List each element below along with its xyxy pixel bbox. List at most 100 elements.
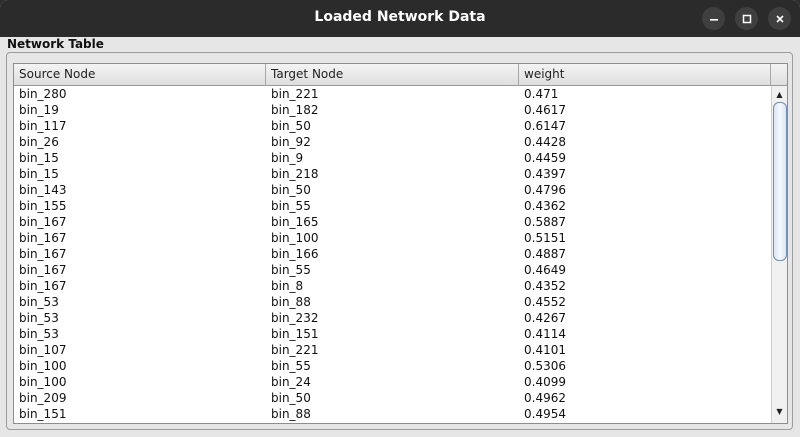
table-row[interactable]: bin_155 bin_55 0.4362 [14,198,771,214]
cell-target-node[interactable]: bin_100 [266,230,519,246]
scroll-down-arrow-icon[interactable]: ▼ [772,405,787,419]
cell-target-node[interactable]: bin_24 [266,374,519,390]
cell-source-node[interactable]: bin_143 [14,182,266,198]
cell-weight[interactable]: 0.4428 [519,134,771,150]
cell-target-node[interactable]: bin_50 [266,182,519,198]
table-row[interactable]: bin_53 bin_151 0.4114 [14,326,771,342]
cell-weight[interactable]: 0.4617 [519,102,771,118]
cell-target-node[interactable]: bin_88 [266,294,519,310]
cell-weight[interactable]: 0.4459 [519,150,771,166]
table-row[interactable]: bin_167 bin_55 0.4649 [14,262,771,278]
cell-target-node[interactable]: bin_55 [266,262,519,278]
table-row[interactable]: bin_143 bin_50 0.4796 [14,182,771,198]
cell-source-node[interactable]: bin_107 [14,342,266,358]
cell-target-node[interactable]: bin_9 [266,150,519,166]
cell-source-node[interactable]: bin_100 [14,374,266,390]
cell-source-node[interactable]: bin_167 [14,278,266,294]
cell-source-node[interactable]: bin_167 [14,246,266,262]
table-row[interactable]: bin_26 bin_92 0.4428 [14,134,771,150]
table-row[interactable]: bin_167 bin_8 0.4352 [14,278,771,294]
cell-target-node[interactable]: bin_88 [266,406,519,422]
cell-weight[interactable]: 0.5306 [519,358,771,374]
table-row[interactable]: bin_100 bin_24 0.4099 [14,374,771,390]
table-row[interactable]: bin_53 bin_232 0.4267 [14,310,771,326]
maximize-button[interactable] [735,7,758,30]
cell-target-node[interactable]: bin_50 [266,390,519,406]
minimize-button[interactable] [702,7,725,30]
close-icon [775,14,784,23]
cell-weight[interactable]: 0.4101 [519,342,771,358]
table-row[interactable]: bin_167 bin_166 0.4887 [14,246,771,262]
cell-target-node[interactable]: bin_8 [266,278,519,294]
cell-source-node[interactable]: bin_53 [14,294,266,310]
cell-source-node[interactable]: bin_26 [14,134,266,150]
cell-source-node[interactable]: bin_167 [14,230,266,246]
table-row[interactable]: bin_151 bin_88 0.4954 [14,406,771,422]
cell-source-node[interactable]: bin_19 [14,102,266,118]
cell-target-node[interactable]: bin_92 [266,134,519,150]
cell-weight[interactable]: 0.471 [519,86,771,102]
cell-weight[interactable]: 0.4267 [519,310,771,326]
column-header-source-node[interactable]: Source Node [14,64,266,85]
cell-weight[interactable]: 0.4962 [519,390,771,406]
maximize-icon [742,14,751,23]
close-button[interactable] [768,7,791,30]
cell-weight[interactable]: 0.4954 [519,406,771,422]
table-row[interactable]: bin_117 bin_50 0.6147 [14,118,771,134]
column-header-weight[interactable]: weight [519,64,771,85]
cell-weight[interactable]: 0.4397 [519,166,771,182]
cell-target-node[interactable]: bin_221 [266,86,519,102]
table-row[interactable]: bin_209 bin_50 0.4962 [14,390,771,406]
cell-source-node[interactable]: bin_117 [14,118,266,134]
cell-source-node[interactable]: bin_151 [14,406,266,422]
cell-weight[interactable]: 0.4099 [519,374,771,390]
vertical-scrollbar[interactable]: ▲ ▼ [771,86,787,423]
cell-weight[interactable]: 0.4362 [519,198,771,214]
cell-source-node[interactable]: bin_53 [14,326,266,342]
cell-source-node[interactable]: bin_167 [14,262,266,278]
table-row[interactable]: bin_15 bin_9 0.4459 [14,150,771,166]
cell-target-node[interactable]: bin_221 [266,342,519,358]
cell-source-node[interactable]: bin_15 [14,150,266,166]
scroll-up-arrow-icon[interactable]: ▲ [772,88,787,102]
cell-source-node[interactable]: bin_280 [14,86,266,102]
cell-target-node[interactable]: bin_55 [266,358,519,374]
cell-target-node[interactable]: bin_165 [266,214,519,230]
table-row[interactable]: bin_19 bin_182 0.4617 [14,102,771,118]
cell-weight[interactable]: 0.5151 [519,230,771,246]
app-window: Loaded Network Data Network Table Source… [0,0,800,437]
cell-weight[interactable]: 0.4796 [519,182,771,198]
cell-target-node[interactable]: bin_166 [266,246,519,262]
table-row[interactable]: bin_280 bin_221 0.471 [14,86,771,102]
cell-target-node[interactable]: bin_50 [266,118,519,134]
table-body: bin_280 bin_221 0.471 bin_19 bin_182 0.4617 bi… [14,86,771,423]
panel-title: Network Table [7,37,104,51]
cell-weight[interactable]: 0.4352 [519,278,771,294]
cell-target-node[interactable]: bin_182 [266,102,519,118]
cell-source-node[interactable]: bin_100 [14,358,266,374]
title-bar[interactable]: Loaded Network Data [0,0,800,37]
table-row[interactable]: bin_107 bin_221 0.4101 [14,342,771,358]
cell-source-node[interactable]: bin_155 [14,198,266,214]
cell-weight[interactable]: 0.4114 [519,326,771,342]
cell-weight[interactable]: 0.4649 [519,262,771,278]
cell-target-node[interactable]: bin_218 [266,166,519,182]
cell-source-node[interactable]: bin_167 [14,214,266,230]
cell-weight[interactable]: 0.5887 [519,214,771,230]
table-row[interactable]: bin_167 bin_100 0.5151 [14,230,771,246]
cell-weight[interactable]: 0.6147 [519,118,771,134]
cell-source-node[interactable]: bin_53 [14,310,266,326]
table-row[interactable]: bin_167 bin_165 0.5887 [14,214,771,230]
table-row[interactable]: bin_15 bin_218 0.4397 [14,166,771,182]
cell-target-node[interactable]: bin_232 [266,310,519,326]
cell-source-node[interactable]: bin_209 [14,390,266,406]
cell-target-node[interactable]: bin_151 [266,326,519,342]
cell-source-node[interactable]: bin_15 [14,166,266,182]
cell-weight[interactable]: 0.4552 [519,294,771,310]
scroll-thumb[interactable] [773,102,787,261]
column-header-target-node[interactable]: Target Node [266,64,519,85]
cell-target-node[interactable]: bin_55 [266,198,519,214]
table-row[interactable]: bin_100 bin_55 0.5306 [14,358,771,374]
table-row[interactable]: bin_53 bin_88 0.4552 [14,294,771,310]
cell-weight[interactable]: 0.4887 [519,246,771,262]
